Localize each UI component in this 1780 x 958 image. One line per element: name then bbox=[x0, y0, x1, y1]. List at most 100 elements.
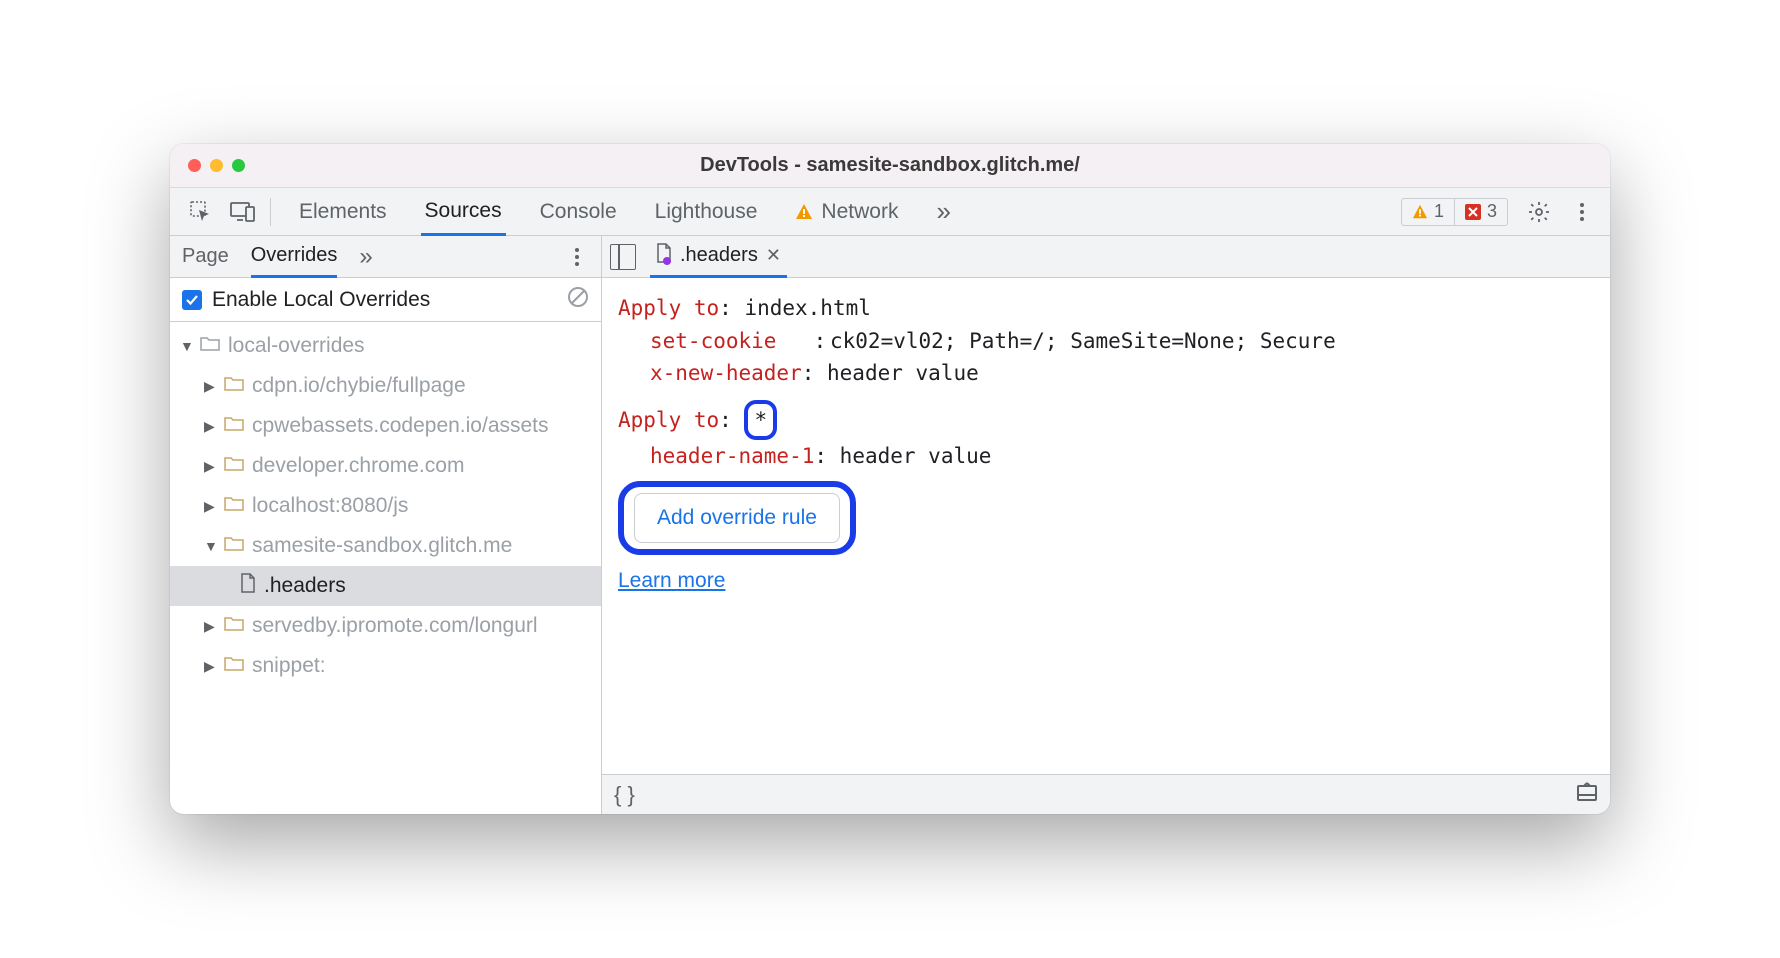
apply-to-value[interactable]: * bbox=[754, 408, 767, 432]
chevron-down-icon: ▼ bbox=[180, 338, 194, 354]
chevron-right-icon: ▶ bbox=[204, 458, 218, 475]
panel-body: Page Overrides » Enable Local Overrides … bbox=[170, 236, 1610, 814]
navigator-subtabs: Page Overrides » bbox=[170, 236, 601, 278]
highlight-ring: Add override rule bbox=[618, 481, 856, 556]
tree-item-label: servedby.ipromote.com/longurl bbox=[252, 614, 538, 638]
tree-file-label: .headers bbox=[264, 574, 346, 598]
header-value[interactable]: header value bbox=[827, 361, 979, 385]
chevron-right-icon: ▶ bbox=[204, 378, 218, 395]
apply-to-keyword: Apply to bbox=[618, 408, 719, 432]
maximize-window-button[interactable] bbox=[232, 159, 245, 172]
tree-item-expanded[interactable]: ▼ samesite-sandbox.glitch.me bbox=[170, 526, 601, 566]
chevron-right-icon: ▶ bbox=[204, 618, 218, 635]
pretty-print-icon[interactable]: { } bbox=[614, 782, 635, 808]
file-icon bbox=[656, 243, 672, 269]
tab-network-label: Network bbox=[821, 200, 898, 224]
tree-file-selected[interactable]: .headers bbox=[170, 566, 601, 606]
toggle-navigator-icon[interactable] bbox=[610, 244, 636, 270]
apply-to-keyword: Apply to bbox=[618, 296, 719, 320]
close-tab-icon[interactable]: ✕ bbox=[766, 245, 781, 266]
titlebar: DevTools - samesite-sandbox.glitch.me/ bbox=[170, 144, 1610, 188]
file-icon bbox=[240, 573, 256, 599]
clear-overrides-icon[interactable] bbox=[567, 286, 589, 314]
subtabs-overflow-icon[interactable]: » bbox=[359, 243, 372, 271]
errors-badge[interactable]: 3 bbox=[1454, 199, 1507, 225]
chevron-right-icon: ▶ bbox=[204, 498, 218, 515]
subtab-overrides[interactable]: Overrides bbox=[251, 237, 338, 278]
add-override-rule-button[interactable]: Add override rule bbox=[634, 493, 840, 544]
editor-pane: .headers ✕ Apply to: index.html set-cook… bbox=[602, 236, 1610, 814]
highlight-ring: * bbox=[744, 400, 777, 441]
tab-lighthouse[interactable]: Lighthouse bbox=[651, 188, 762, 235]
error-icon bbox=[1465, 204, 1481, 220]
file-tab-label: .headers bbox=[680, 244, 758, 267]
header-name[interactable]: set-cookie bbox=[650, 329, 776, 353]
file-tab-headers[interactable]: .headers ✕ bbox=[650, 237, 787, 278]
enable-overrides-row: Enable Local Overrides bbox=[170, 278, 601, 322]
tabs-overflow-icon[interactable]: » bbox=[932, 188, 954, 235]
folder-icon bbox=[224, 654, 244, 678]
more-menu-icon[interactable] bbox=[1570, 203, 1594, 221]
warning-icon bbox=[1412, 204, 1428, 220]
tree-item-label: cdpn.io/chybie/fullpage bbox=[252, 374, 466, 398]
enable-overrides-checkbox[interactable] bbox=[182, 290, 202, 310]
device-toolbar-icon[interactable] bbox=[226, 195, 260, 229]
tab-console[interactable]: Console bbox=[536, 188, 621, 235]
tree-item-label: snippet: bbox=[252, 654, 326, 678]
subtab-page[interactable]: Page bbox=[182, 245, 229, 268]
header-value[interactable]: header value bbox=[840, 444, 992, 468]
tab-sources[interactable]: Sources bbox=[421, 189, 506, 236]
warnings-badge[interactable]: 1 bbox=[1402, 199, 1454, 225]
window-title: DevTools - samesite-sandbox.glitch.me/ bbox=[170, 154, 1610, 177]
folder-icon bbox=[224, 374, 244, 398]
chevron-down-icon: ▼ bbox=[204, 538, 218, 554]
errors-count: 3 bbox=[1487, 201, 1497, 222]
traffic-lights bbox=[188, 159, 245, 172]
drawer-toggle-icon[interactable] bbox=[1576, 782, 1598, 808]
enable-overrides-label: Enable Local Overrides bbox=[212, 288, 430, 312]
warning-triangle-icon bbox=[795, 203, 813, 221]
settings-gear-icon[interactable] bbox=[1522, 195, 1556, 229]
chevron-right-icon: ▶ bbox=[204, 418, 218, 435]
tab-network[interactable]: Network bbox=[791, 188, 902, 235]
toolbar-divider bbox=[270, 198, 271, 226]
folder-icon bbox=[224, 534, 244, 558]
tree-item[interactable]: ▶ developer.chrome.com bbox=[170, 446, 601, 486]
tree-item-label: developer.chrome.com bbox=[252, 454, 464, 478]
issues-badges[interactable]: 1 3 bbox=[1401, 198, 1508, 226]
tree-item[interactable]: ▶ localhost:8080/js bbox=[170, 486, 601, 526]
folder-icon bbox=[224, 414, 244, 438]
learn-more-link[interactable]: Learn more bbox=[618, 565, 725, 598]
override-indicator-icon bbox=[663, 257, 671, 265]
folder-icon bbox=[224, 614, 244, 638]
file-tree: ▼ local-overrides ▶ cdpn.io/chybie/fullpa… bbox=[170, 322, 601, 814]
tree-item-label: localhost:8080/js bbox=[252, 494, 408, 518]
tree-item-label: samesite-sandbox.glitch.me bbox=[252, 534, 512, 558]
tree-item[interactable]: ▶ snippet: bbox=[170, 646, 601, 686]
folder-icon bbox=[200, 334, 220, 358]
apply-to-value[interactable]: index.html bbox=[744, 296, 870, 320]
panel-tabs: Elements Sources Console Lighthouse Netw… bbox=[295, 188, 1401, 235]
tree-item[interactable]: ▶ servedby.ipromote.com/longurl bbox=[170, 606, 601, 646]
warnings-count: 1 bbox=[1434, 201, 1444, 222]
editor-statusbar: { } bbox=[602, 774, 1610, 814]
tree-root[interactable]: ▼ local-overrides bbox=[170, 326, 601, 366]
header-value[interactable]: ck02=vl02; Path=/; SameSite=None; Secure bbox=[830, 329, 1336, 353]
tab-elements[interactable]: Elements bbox=[295, 188, 391, 235]
inspect-icon[interactable] bbox=[184, 195, 218, 229]
tree-item-label: cpwebassets.codepen.io/assets bbox=[252, 414, 549, 438]
file-tabs: .headers ✕ bbox=[602, 236, 1610, 278]
folder-icon bbox=[224, 454, 244, 478]
navigator-more-icon[interactable] bbox=[565, 248, 589, 266]
tree-item[interactable]: ▶ cpwebassets.codepen.io/assets bbox=[170, 406, 601, 446]
header-name[interactable]: x-new-header bbox=[650, 361, 802, 385]
folder-icon bbox=[224, 494, 244, 518]
chevron-right-icon: ▶ bbox=[204, 658, 218, 675]
headers-editor[interactable]: Apply to: index.html set-cookie : ck02=v… bbox=[602, 278, 1610, 774]
main-toolbar: Elements Sources Console Lighthouse Netw… bbox=[170, 188, 1610, 236]
tree-item[interactable]: ▶ cdpn.io/chybie/fullpage bbox=[170, 366, 601, 406]
tree-root-label: local-overrides bbox=[228, 334, 365, 358]
close-window-button[interactable] bbox=[188, 159, 201, 172]
header-name[interactable]: header-name-1 bbox=[650, 444, 814, 468]
minimize-window-button[interactable] bbox=[210, 159, 223, 172]
